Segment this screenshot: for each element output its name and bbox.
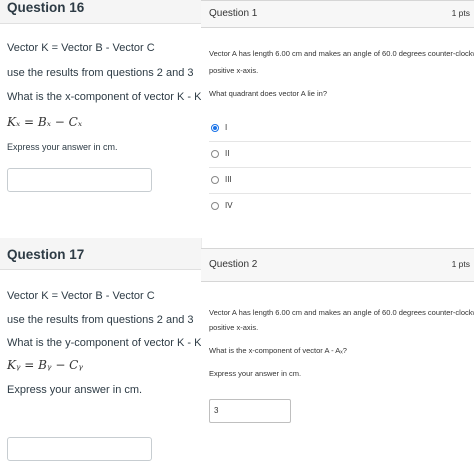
- question-2-question: What is the x-component of vector A - Aₓ…: [209, 346, 347, 355]
- radio-button[interactable]: [211, 202, 219, 210]
- question-16-line1: Vector K = Vector B - Vector C: [7, 42, 155, 54]
- question-16-line3: What is the x-component of vector K - Kₓ…: [7, 91, 201, 103]
- question-1-question: What quadrant does vector A lie in?: [209, 89, 327, 98]
- radio-button-selected[interactable]: [211, 124, 219, 132]
- question-2-prompt-line2: positive x-axis.: [209, 323, 259, 332]
- question-1-prompt-line2: positive x-axis.: [209, 66, 259, 75]
- question-16-panel: Question 16 Vector K = Vector B - Vector…: [0, 0, 201, 238]
- question-17-answer-input[interactable]: [7, 437, 152, 461]
- radio-button[interactable]: [211, 150, 219, 158]
- question-16-title: Question 16: [7, 0, 85, 15]
- question-17-title: Question 17: [7, 247, 85, 262]
- question-17-line1: Vector K = Vector B - Vector C: [7, 290, 155, 302]
- question-16-formula: Kₓ = Bₓ − Cₓ: [7, 115, 83, 129]
- question-1-prompt-line1: Vector A has length 6.00 cm and makes an…: [209, 49, 474, 58]
- answer-option-label: III: [225, 175, 232, 184]
- question-2-hint: Express your answer in cm.: [209, 369, 302, 378]
- answer-option-label: II: [225, 149, 230, 158]
- question-16-answer-input[interactable]: [7, 168, 152, 192]
- question-16-hint: Express your answer in cm.: [7, 142, 118, 152]
- question-2-header: Question 2 1 pts: [201, 248, 474, 282]
- question-1-header: Question 1 1 pts: [201, 0, 474, 28]
- answer-option-i[interactable]: I: [209, 116, 471, 142]
- question-16-line2: use the results from questions 2 and 3: [7, 67, 194, 79]
- question-1-title: Question 1: [209, 8, 258, 19]
- answer-option-iv[interactable]: IV: [209, 194, 471, 220]
- answer-option-label: I: [225, 123, 228, 132]
- question-2-panel: Question 2 1 pts Vector A has length 6.0…: [201, 248, 474, 475]
- answer-option-label: IV: [225, 201, 233, 210]
- question-17-formula: Kᵧ = Bᵧ − Cᵧ: [7, 358, 83, 372]
- question-2-answer-input[interactable]: 3: [209, 399, 291, 423]
- question-17-line3: What is the y-component of vector K - Kᵧ…: [7, 337, 201, 349]
- question-17-hint: Express your answer in cm.: [7, 384, 143, 396]
- answer-option-ii[interactable]: II: [209, 142, 471, 168]
- question-16-header: Question 16: [0, 0, 201, 24]
- question-2-prompt-line1: Vector A has length 6.00 cm and makes an…: [209, 308, 474, 317]
- answer-option-iii[interactable]: III: [209, 168, 471, 194]
- question-2-title: Question 2: [209, 259, 258, 270]
- question-2-answer-value: 3: [214, 406, 219, 415]
- question-1-panel: Question 1 1 pts Vector A has length 6.0…: [201, 0, 474, 238]
- question-17-line2: use the results from questions 2 and 3: [7, 314, 194, 326]
- question-2-points: 1 pts: [451, 259, 470, 269]
- radio-button[interactable]: [211, 176, 219, 184]
- question-17-header: Question 17: [0, 238, 201, 270]
- question-17-panel: Question 17 Vector K = Vector B - Vector…: [0, 238, 201, 475]
- question-1-points: 1 pts: [451, 8, 470, 18]
